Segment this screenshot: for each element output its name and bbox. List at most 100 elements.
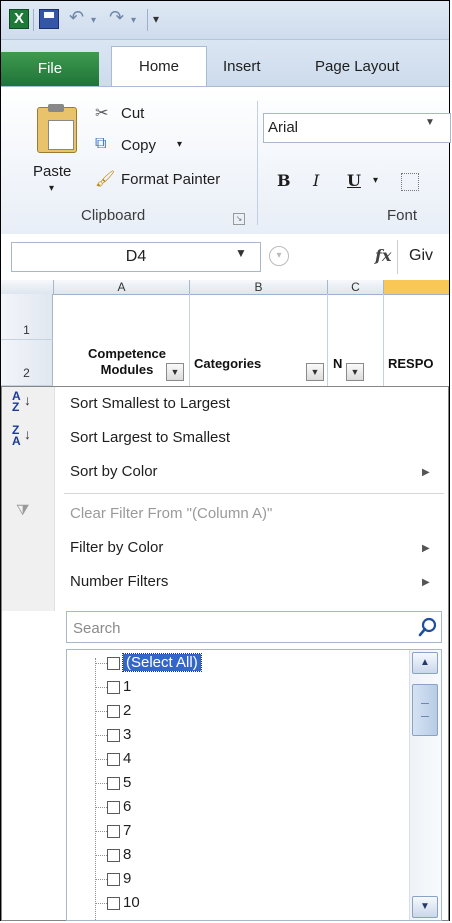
menu-filter-by-color[interactable]: Filter by Color [70, 539, 163, 556]
cut-button[interactable]: Cut [121, 105, 144, 122]
borders-icon[interactable] [401, 173, 419, 191]
font-group-label: Font [387, 207, 418, 224]
toolbar-divider [147, 9, 148, 31]
clipboard-dialog-launcher-icon[interactable]: ↘ [233, 213, 245, 225]
checkbox[interactable] [107, 776, 120, 790]
filter-item[interactable]: 1 [107, 678, 131, 696]
paste-dropdown-icon[interactable]: ▾ [49, 183, 54, 194]
quick-access-toolbar: X ↶ ▾ ↷ ▾ ▾ [1, 1, 449, 40]
filter-item[interactable]: 2 [107, 702, 131, 720]
redo-icon[interactable]: ↷ [109, 7, 124, 28]
scroll-down-icon[interactable]: ▼ [412, 896, 438, 918]
cell-b2-header[interactable]: Categories [194, 356, 261, 371]
clipboard-group-label: Clipboard [81, 207, 146, 224]
format-painter-icon[interactable]: 🖌 [95, 169, 115, 189]
tree-connector [95, 855, 107, 856]
checkbox[interactable] [107, 848, 120, 862]
filter-item[interactable]: 9 [107, 870, 131, 888]
redo-dropdown-icon[interactable]: ▾ [131, 15, 136, 26]
paste-icon[interactable] [37, 104, 77, 153]
format-painter-button[interactable]: Format Painter [121, 171, 220, 188]
tab-page-layout[interactable]: Page Layout [315, 58, 399, 75]
italic-button[interactable]: I [313, 171, 319, 190]
checkbox[interactable] [107, 800, 120, 814]
filter-item[interactable]: 4 [107, 750, 131, 768]
filter-search-box [66, 611, 442, 643]
formula-bar-expand-icon[interactable]: ▾ [269, 246, 289, 266]
menu-sort-largest-to-smallest[interactable]: Sort Largest to Smallest [70, 429, 230, 446]
customize-qat-icon[interactable]: ▾ [153, 12, 159, 26]
font-name-box[interactable]: Arial [263, 113, 451, 143]
tab-file[interactable]: File [1, 52, 99, 86]
checkbox[interactable] [107, 728, 120, 742]
menu-number-filters[interactable]: Number Filters [70, 573, 168, 590]
tab-insert[interactable]: Insert [223, 58, 261, 75]
filter-dropdown-b-icon[interactable]: ▼ [306, 363, 324, 381]
filter-item[interactable]: 10 [107, 894, 140, 912]
row-header-1[interactable]: 1 [1, 294, 53, 340]
column-header-c[interactable]: C [327, 280, 383, 294]
scroll-up-icon[interactable]: ▲ [412, 652, 438, 674]
copy-button[interactable]: Copy [121, 137, 156, 154]
checkbox[interactable] [107, 656, 120, 670]
menu-sort-smallest-to-largest[interactable]: Sort Smallest to Largest [70, 395, 230, 412]
paste-button[interactable]: Paste [33, 163, 71, 180]
undo-icon[interactable]: ↶ [69, 7, 84, 28]
name-box[interactable]: D4 [11, 242, 261, 272]
filter-item[interactable]: 3 [107, 726, 131, 744]
excel-logo-icon: X [9, 9, 29, 29]
filter-item[interactable]: 6 [107, 798, 131, 816]
chevron-down-icon[interactable]: ▼ [235, 246, 247, 260]
column-header-a[interactable]: A [53, 280, 189, 294]
toolbar-divider [33, 9, 34, 31]
formula-divider [397, 240, 398, 274]
filter-item[interactable]: 5 [107, 774, 131, 792]
search-icon[interactable] [417, 616, 439, 638]
save-icon[interactable] [39, 9, 59, 29]
column-header-d[interactable] [383, 280, 449, 294]
group-divider [257, 101, 258, 225]
underline-dropdown-icon[interactable]: ▾ [373, 175, 378, 186]
row-header-2[interactable]: 2 [1, 340, 53, 386]
insert-function-icon[interactable]: fx [375, 246, 391, 265]
menu-divider [64, 493, 444, 494]
checkbox[interactable] [107, 872, 120, 886]
cell-d2-header[interactable]: RESPO [388, 356, 434, 371]
tree-connector [95, 711, 107, 712]
autofilter-dropdown: A Z ↓ Sort Smallest to Largest Z A ↓ Sort La… [1, 386, 449, 921]
filter-dropdown-c-icon[interactable]: ▼ [346, 363, 364, 381]
select-all-corner[interactable] [1, 280, 53, 294]
filter-item[interactable]: 8 [107, 846, 131, 864]
tab-home[interactable]: Home [111, 46, 207, 86]
filter-item[interactable]: 7 [107, 822, 131, 840]
column-header-b[interactable]: B [189, 280, 327, 294]
tree-connector [95, 831, 107, 832]
copy-dropdown-icon[interactable]: ▾ [177, 139, 182, 150]
menu-sort-by-color[interactable]: Sort by Color [70, 463, 158, 480]
list-scrollbar[interactable]: ▲ ▼ [409, 650, 441, 920]
copy-icon[interactable]: ⧉ [95, 135, 106, 153]
tree-connector [95, 658, 96, 920]
ribbon-tab-row: File Home Insert Page Layout [1, 40, 449, 86]
chevron-down-icon[interactable]: ▼ [425, 117, 435, 128]
filter-item-label: 2 [123, 702, 132, 720]
cell-c2-header[interactable]: N [333, 356, 342, 371]
bold-button[interactable]: B [277, 171, 291, 190]
filter-value-list: (Select All) 1 2 3 4 5 6 7 8 9 10 ▲ ▼ [66, 649, 442, 921]
filter-dropdown-a-icon[interactable]: ▼ [166, 363, 184, 381]
scroll-thumb[interactable] [412, 684, 438, 736]
cut-icon[interactable]: ✂ [95, 103, 108, 123]
checkbox[interactable] [107, 680, 120, 694]
checkbox[interactable] [107, 704, 120, 718]
search-input[interactable] [71, 616, 405, 640]
underline-button[interactable]: U [347, 171, 361, 190]
undo-dropdown-icon[interactable]: ▾ [91, 15, 96, 26]
menu-clear-filter[interactable]: Clear Filter From "(Column A)" [70, 505, 272, 522]
tree-connector [95, 687, 107, 688]
tree-connector [95, 735, 107, 736]
checkbox[interactable] [107, 752, 120, 766]
formula-input[interactable]: Giv [409, 247, 433, 265]
checkbox[interactable] [107, 824, 120, 838]
filter-item-select-all[interactable]: (Select All) [107, 653, 202, 673]
checkbox[interactable] [107, 896, 120, 910]
